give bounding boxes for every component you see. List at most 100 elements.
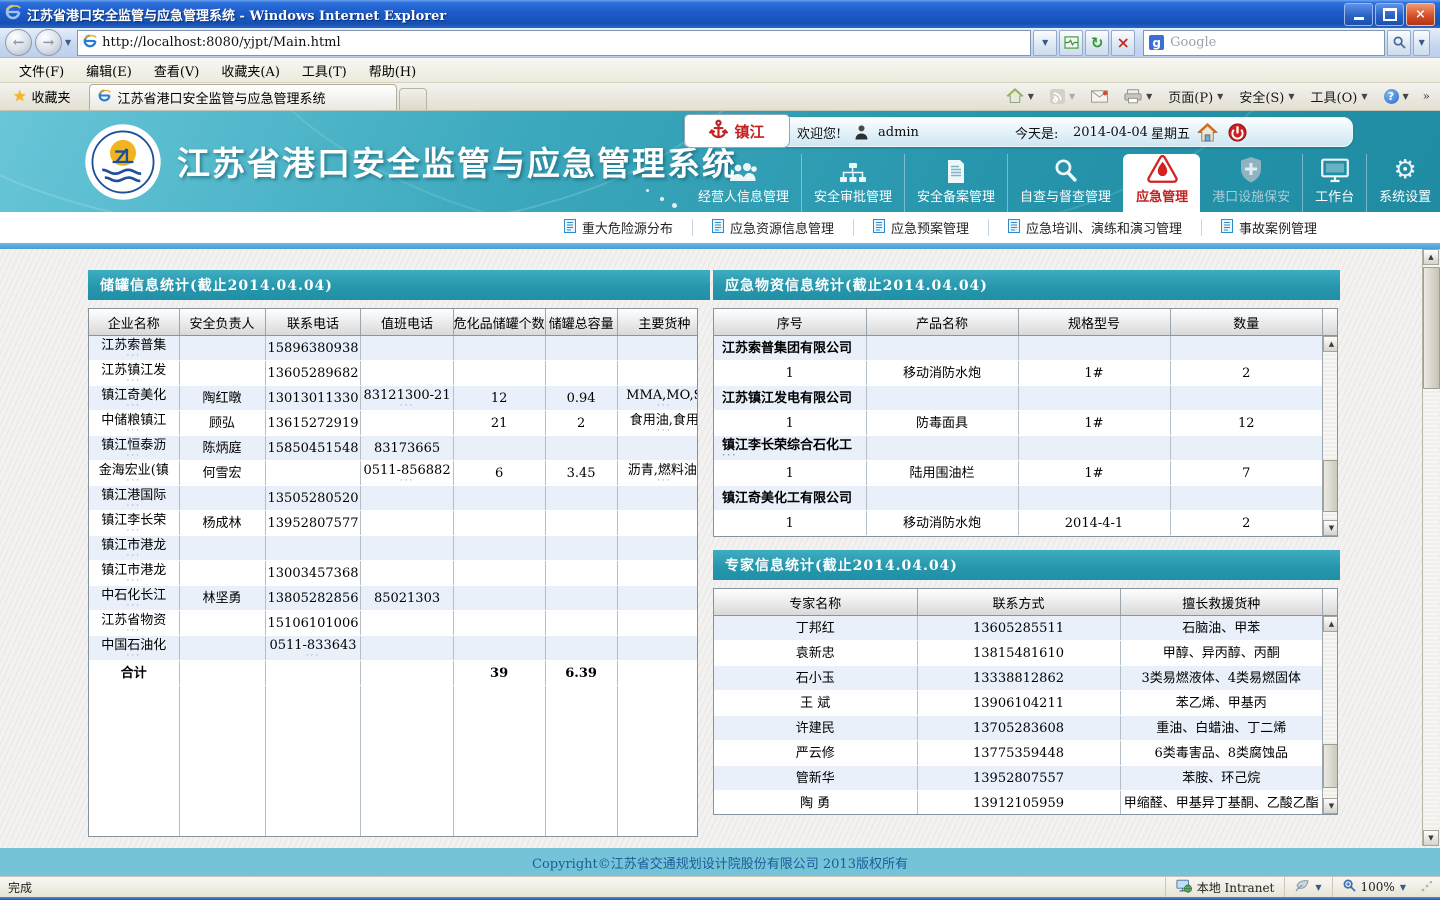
nav-item-shield[interactable]: 港口设施保安 bbox=[1200, 154, 1302, 212]
nav-item-monitor[interactable]: 工作台 bbox=[1302, 154, 1366, 212]
stop-button[interactable]: × bbox=[1111, 29, 1136, 56]
close-button[interactable]: × bbox=[1406, 2, 1435, 26]
cell-text: 许建民 bbox=[795, 720, 835, 736]
cell: 13952807557 bbox=[917, 765, 1121, 791]
forward-button[interactable]: → bbox=[35, 29, 62, 56]
safety-menu-button[interactable]: 安全(S) ▼ bbox=[1233, 85, 1300, 108]
restore-button[interactable] bbox=[1375, 2, 1404, 26]
monitor-icon bbox=[1320, 158, 1349, 183]
home-icon[interactable] bbox=[1197, 118, 1218, 146]
cell-text bbox=[182, 365, 263, 382]
nav-item-document[interactable]: 安全备案管理 bbox=[904, 154, 1007, 212]
favorites-button[interactable]: ★ 收藏夹 bbox=[4, 84, 79, 108]
column-header: 数量 bbox=[1170, 309, 1322, 336]
print-button[interactable]: ▼ bbox=[1118, 87, 1158, 106]
tools-menu-button[interactable]: 工具(O) ▼ bbox=[1305, 85, 1374, 108]
scroll-down-button[interactable]: ▼ bbox=[1323, 520, 1337, 536]
logout-icon[interactable] bbox=[1228, 118, 1247, 146]
nav-item-magnifier[interactable]: 自查与督查管理 bbox=[1007, 154, 1123, 212]
supplies-scrollbar[interactable]: ▲ ▼ bbox=[1322, 309, 1337, 536]
scroll-track[interactable] bbox=[1423, 265, 1440, 830]
tab-active[interactable]: 江苏省港口安全监管与应急管理系统 bbox=[89, 84, 398, 110]
cell bbox=[617, 685, 697, 836]
address-dropdown-button[interactable]: ▼ bbox=[1033, 29, 1058, 56]
scroll-thumb[interactable] bbox=[1323, 744, 1337, 788]
nav-item-users[interactable]: 经营人信息管理 bbox=[686, 154, 801, 212]
page-scrollbar[interactable]: ▲ ▼ bbox=[1422, 249, 1440, 846]
subnav-item[interactable]: 重大危险源分布 bbox=[545, 218, 692, 237]
zoom-caret-icon: ▼ bbox=[1399, 882, 1406, 892]
scroll-thumb[interactable] bbox=[1323, 460, 1337, 512]
menu-item[interactable]: 编辑(E) bbox=[75, 59, 143, 82]
cell: 21 bbox=[453, 410, 546, 436]
history-dropdown-icon[interactable]: ▼ bbox=[65, 38, 71, 47]
nav-item-gear[interactable]: ⚙ 系统设置 bbox=[1366, 154, 1440, 212]
help-button[interactable]: ? ▼ bbox=[1378, 87, 1415, 106]
search-dropdown-button[interactable]: ▼ bbox=[1413, 29, 1431, 56]
feeds-button[interactable]: ▼ bbox=[1044, 87, 1081, 106]
cell-text bbox=[182, 565, 263, 582]
menu-item[interactable]: 收藏夹(A) bbox=[210, 59, 291, 82]
cell bbox=[179, 685, 266, 836]
home-button[interactable]: ▼ bbox=[1000, 86, 1040, 106]
new-tab-button[interactable] bbox=[399, 88, 428, 110]
scroll-down-button[interactable]: ▼ bbox=[1423, 830, 1439, 846]
scroll-up-button[interactable]: ▲ bbox=[1323, 616, 1337, 632]
cell bbox=[453, 635, 546, 661]
cell-text: 13705283608 bbox=[973, 720, 1064, 736]
cell: 2 bbox=[1170, 510, 1322, 536]
search-input[interactable]: g Google bbox=[1143, 29, 1386, 56]
column-header: 主要货种 bbox=[617, 309, 697, 336]
subnav-item[interactable]: 应急培训、演练和演习管理 bbox=[987, 218, 1201, 237]
subnav-item[interactable]: 事故案例管理 bbox=[1200, 218, 1336, 237]
menu-item[interactable]: 文件(F) bbox=[8, 59, 75, 82]
search-button[interactable] bbox=[1387, 29, 1412, 56]
scroll-up-button[interactable]: ▲ bbox=[1423, 249, 1439, 265]
cell-text: 苯乙烯、甲基丙 bbox=[1175, 695, 1267, 711]
cell: 83121300-21 ··· bbox=[360, 385, 454, 411]
zoom-control[interactable]: 100% ▼ bbox=[1331, 876, 1416, 898]
minimize-button[interactable] bbox=[1344, 2, 1373, 26]
nav-item-warning[interactable]: 应急管理 bbox=[1123, 154, 1201, 212]
current-date: 2014-04-04 bbox=[1073, 124, 1148, 140]
back-button[interactable]: ← bbox=[5, 29, 32, 56]
cell bbox=[545, 485, 618, 511]
table-row: 中石化长江 ··· 林坚勇 13805282856 85021303 bbox=[89, 585, 697, 611]
cell-text bbox=[620, 490, 697, 507]
compatibility-view-button[interactable] bbox=[1059, 29, 1084, 56]
nav-item-label: 经营人信息管理 bbox=[698, 190, 790, 205]
cell-text bbox=[363, 540, 450, 557]
subnav-item[interactable]: 应急资源信息管理 bbox=[691, 218, 853, 237]
nav-item-label: 安全审批管理 bbox=[814, 190, 893, 205]
refresh-button[interactable]: ↻ bbox=[1085, 29, 1110, 56]
menu-item[interactable]: 工具(T) bbox=[291, 59, 358, 82]
cell-text: 沥青,燃料油, bbox=[627, 462, 698, 478]
cell-text: 陈炳庭 bbox=[202, 440, 242, 456]
anchor-icon bbox=[709, 119, 729, 144]
address-input[interactable]: http://localhost:8080/yjpt/Main.html bbox=[77, 29, 1032, 56]
scroll-thumb[interactable] bbox=[1423, 267, 1440, 389]
scroll-up-button[interactable]: ▲ bbox=[1323, 336, 1337, 352]
table-row: 江苏省物资 ··· 15106101006 bbox=[89, 610, 697, 636]
cell bbox=[545, 510, 618, 536]
cell-text: 13338812862 bbox=[973, 670, 1064, 686]
table-header-row: 序号 产品名称 规格型号 数量 bbox=[714, 309, 1322, 336]
scroll-track[interactable] bbox=[1323, 352, 1337, 520]
tab-title: 江苏省港口安全监管与应急管理系统 bbox=[117, 92, 326, 107]
menu-item[interactable]: 查看(V) bbox=[143, 59, 211, 82]
protected-mode-button[interactable]: ▼ bbox=[1284, 876, 1331, 898]
cell bbox=[360, 510, 454, 536]
scroll-down-button[interactable]: ▼ bbox=[1323, 798, 1337, 814]
mail-button[interactable] bbox=[1085, 88, 1114, 105]
cell: 中国石油化 ··· bbox=[89, 635, 180, 661]
more-commands-button[interactable]: » bbox=[1419, 89, 1434, 103]
user-info-bar: 镇江 欢迎您! admin 今天是: 2014-04-04 星期五 bbox=[684, 114, 1353, 148]
experts-scrollbar[interactable]: ▲ ▼ bbox=[1322, 589, 1337, 814]
page-menu-button[interactable]: 页面(P) ▼ bbox=[1162, 85, 1229, 108]
city-tab[interactable]: 镇江 bbox=[684, 114, 790, 148]
scroll-track[interactable] bbox=[1323, 632, 1337, 798]
menu-item[interactable]: 帮助(H) bbox=[358, 59, 427, 82]
nav-item-sitemap[interactable]: 安全审批管理 bbox=[801, 154, 904, 212]
subnav-item[interactable]: 应急预案管理 bbox=[852, 218, 988, 237]
column-header: 储罐总容量 bbox=[545, 309, 618, 336]
